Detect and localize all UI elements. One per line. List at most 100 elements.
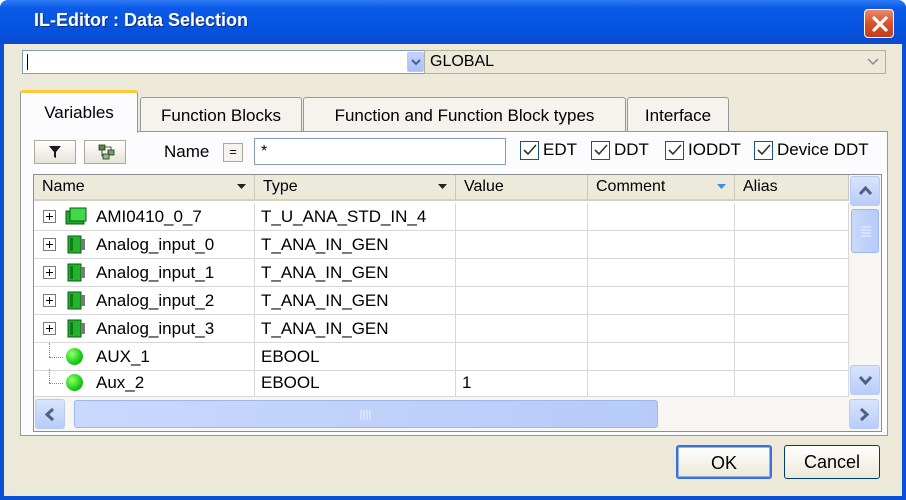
table-row[interactable]: Analog_input_3 T_ANA_IN_GEN (34, 315, 849, 343)
column-header-type[interactable]: Type (255, 175, 456, 201)
table-cell-type: T_ANA_IN_GEN (255, 287, 456, 315)
scroll-right-button[interactable] (849, 399, 879, 429)
checkbox-box (665, 141, 684, 160)
expand-icon[interactable] (43, 266, 56, 279)
tab-interface[interactable]: Interface (627, 97, 729, 131)
table-row[interactable]: AMI0410_0_7 T_U_ANA_STD_IN_4 (34, 203, 849, 231)
expand-icon[interactable] (43, 322, 56, 335)
table-cell-alias (735, 287, 849, 315)
column-header-label: Name (42, 178, 85, 195)
name-filter-label: Name (164, 142, 210, 161)
close-button[interactable] (864, 9, 894, 38)
name-operator-button[interactable]: = (223, 143, 243, 162)
table-cell-type: T_ANA_IN_GEN (255, 231, 456, 259)
tree-connector (49, 383, 63, 384)
column-header-label: Alias (743, 178, 778, 195)
tab-function-block-types[interactable]: Function and Function Block types (303, 97, 626, 131)
sort-arrow-icon (438, 184, 447, 189)
check-icon (594, 144, 608, 156)
tab-variables[interactable]: Variables (20, 90, 138, 133)
filter-button[interactable] (34, 140, 76, 164)
sort-arrow-icon (237, 184, 246, 189)
column-header-label: Value (464, 178, 504, 195)
column-header-name[interactable]: Name (34, 175, 255, 201)
variable-name: Aux_2 (96, 373, 145, 392)
table-cell-type: EBOOL (255, 343, 456, 371)
table-cell-comment (588, 287, 735, 315)
variable-name: Analog_input_0 (96, 235, 215, 254)
scroll-down-button[interactable] (850, 365, 880, 395)
horizontal-scroll-thumb[interactable] (74, 400, 658, 428)
ddt-checkbox-label: DDT (614, 140, 649, 159)
module-icon (67, 291, 85, 310)
table-cell-comment (588, 315, 735, 343)
tree-connector (49, 343, 50, 357)
table-cell-comment (588, 259, 735, 287)
table-cell-name[interactable]: Aux_2 (34, 369, 255, 397)
table-cell-type: T_U_ANA_STD_IN_4 (255, 203, 456, 231)
expand-icon[interactable] (43, 210, 56, 223)
table-cell-value (456, 231, 588, 259)
table-cell-name[interactable]: AUX_1 (34, 343, 255, 371)
table-cell-name[interactable]: Analog_input_2 (34, 287, 255, 315)
table-cell-alias (735, 343, 849, 371)
expand-icon[interactable] (43, 238, 56, 251)
bool-variable-icon (66, 374, 83, 391)
table-row[interactable]: Analog_input_2 T_ANA_IN_GEN (34, 287, 849, 315)
table-cell-name[interactable]: Analog_input_0 (34, 231, 255, 259)
column-header-alias[interactable]: Alias (735, 175, 849, 201)
table-cell-name[interactable]: Analog_input_3 (34, 315, 255, 343)
vertical-scroll-thumb[interactable] (851, 209, 879, 253)
chevron-right-icon (859, 407, 869, 422)
dialog-window: IL-Editor : Data Selection GLOBAL Variab… (0, 0, 906, 500)
variable-name: Analog_input_1 (96, 263, 215, 282)
table-cell-name[interactable]: Analog_input_1 (34, 259, 255, 287)
table-row[interactable]: Analog_input_0 T_ANA_IN_GEN (34, 231, 849, 259)
scroll-up-button[interactable] (850, 176, 880, 206)
table-row[interactable]: Aux_2 EBOOL 1 (34, 369, 849, 397)
variable-name: AMI0410_0_7 (96, 207, 202, 226)
table-cell-value: 1 (456, 369, 588, 397)
title-bar[interactable]: IL-Editor : Data Selection (0, 0, 906, 44)
area-combo[interactable]: GLOBAL (424, 50, 886, 74)
module-icon (67, 263, 85, 282)
table-row[interactable]: Analog_input_1 T_ANA_IN_GEN (34, 259, 849, 287)
tab-function-blocks[interactable]: Function Blocks (140, 97, 302, 131)
column-header-label: Comment (596, 178, 666, 195)
horizontal-scrollbar[interactable] (34, 397, 881, 431)
scope-dropdown-button[interactable] (407, 52, 424, 72)
table-cell-value (456, 287, 588, 315)
column-header-value[interactable]: Value (456, 175, 588, 201)
table-cell-type: T_ANA_IN_GEN (255, 259, 456, 287)
ioddt-checkbox-label: IODDT (688, 140, 741, 159)
scope-combo[interactable] (22, 50, 426, 74)
check-icon (523, 144, 537, 156)
text-caret (27, 54, 28, 70)
vertical-scrollbar[interactable] (849, 175, 881, 397)
column-header-comment[interactable]: Comment (588, 175, 735, 201)
table-cell-type: T_ANA_IN_GEN (255, 315, 456, 343)
bool-variable-icon (66, 348, 83, 365)
table-cell-alias (735, 315, 849, 343)
ok-button[interactable]: OK (676, 445, 772, 479)
checkbox-box (591, 141, 610, 160)
table-cell-value (456, 343, 588, 371)
table-cell-type: EBOOL (255, 369, 456, 397)
chevron-up-icon (858, 186, 873, 196)
scroll-left-button[interactable] (35, 399, 65, 429)
check-icon (757, 144, 771, 156)
name-filter-input[interactable]: * (254, 138, 506, 165)
module-icon (67, 235, 85, 254)
table-cell-value (456, 259, 588, 287)
table-cell-alias (735, 203, 849, 231)
cancel-button[interactable]: Cancel (784, 445, 880, 479)
variable-tree-button[interactable] (84, 140, 126, 164)
chevron-down-icon (867, 58, 879, 66)
expand-icon[interactable] (43, 294, 56, 307)
module-icon (67, 319, 85, 338)
area-combo-value: GLOBAL (430, 53, 495, 70)
table-cell-alias (735, 369, 849, 397)
table-row[interactable]: AUX_1 EBOOL (34, 343, 849, 371)
table-cell-name[interactable]: AMI0410_0_7 (34, 203, 255, 231)
device-icon (65, 207, 87, 225)
